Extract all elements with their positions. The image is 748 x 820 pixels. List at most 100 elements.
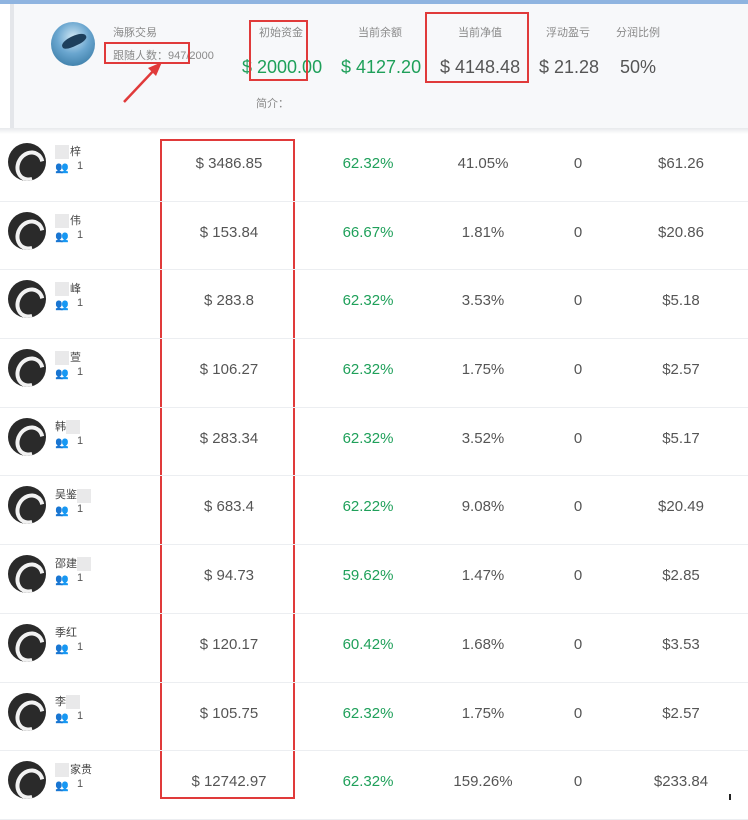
profit-value: $5.17	[662, 429, 700, 447]
list-item[interactable]: 梓 👥 1 $ 3486.85 62.32% 41.05% 0 $61.26	[0, 133, 748, 202]
equity-value: $ 105.75	[199, 704, 259, 722]
profit-value: $5.18	[662, 292, 700, 310]
followers-value: 947/2000	[168, 50, 214, 62]
follower-count: 1	[77, 503, 84, 516]
cursor-mark	[729, 794, 731, 800]
zero-value: 0	[573, 635, 583, 653]
equity-value: $ 120.17	[199, 635, 259, 653]
return-value: 1.47%	[461, 567, 505, 585]
equity-value: $ 283.34	[199, 429, 259, 447]
people-icon: 👥	[55, 299, 69, 312]
people-icon: 👥	[55, 780, 69, 793]
profit-value: $20.49	[658, 498, 704, 516]
zero-value: 0	[573, 361, 583, 379]
trader-avatar[interactable]	[51, 22, 95, 66]
list-item[interactable]: 峰 👥 1 $ 283.8 62.32% 3.53% 0 $5.18	[0, 270, 748, 340]
follower-list: 梓 👥 1 $ 3486.85 62.32% 41.05% 0 $61.26 伟…	[0, 133, 748, 820]
ratio-value: 62.32%	[342, 773, 394, 791]
follower-name: 家贵	[55, 761, 92, 778]
return-value: 1.75%	[461, 361, 505, 379]
equity-value: $ 3486.85	[195, 155, 263, 172]
user-avatar-icon	[8, 761, 46, 800]
follower-name: 梓	[55, 143, 81, 160]
user-avatar-icon	[8, 555, 46, 594]
zero-value: 0	[573, 773, 583, 791]
follower-name: 李	[55, 693, 81, 709]
people-icon: 👥	[55, 230, 69, 243]
follower-count: 1	[77, 228, 84, 241]
follower-name: 吴鉴	[55, 486, 92, 503]
user-avatar-icon	[8, 143, 46, 181]
profit-share-value: 50%	[620, 57, 657, 77]
list-item[interactable]: 季红 👥 1 $ 120.17 60.42% 1.68% 0 $3.53	[0, 614, 748, 683]
list-item[interactable]: 邵建 👥 1 $ 94.73 59.62% 1.47% 0 $2.85	[0, 545, 748, 614]
ratio-value: 62.32%	[342, 429, 394, 447]
user-avatar-icon	[8, 417, 46, 456]
people-icon: 👥	[55, 436, 69, 449]
initial-capital-value: $ 2000.00	[242, 57, 323, 77]
follower-count: 1	[77, 640, 84, 653]
ratio-value: 66.67%	[342, 223, 394, 241]
current-equity-label: 当前净值	[458, 27, 502, 39]
user-avatar-icon	[8, 692, 46, 731]
zero-value: 0	[573, 223, 583, 241]
return-value: 1.75%	[461, 704, 505, 722]
zero-value: 0	[573, 498, 583, 516]
ratio-value: 62.32%	[342, 155, 394, 172]
equity-value: $ 12742.97	[191, 773, 267, 791]
zero-value: 0	[573, 704, 583, 722]
list-item[interactable]: 伟 👥 1 $ 153.84 66.67% 1.81% 0 $20.86	[0, 202, 748, 271]
return-value: 159.26%	[453, 773, 513, 791]
equity-value: $ 94.73	[203, 567, 255, 585]
equity-value: $ 683.4	[203, 498, 255, 516]
equity-value: $ 106.27	[199, 361, 259, 379]
profit-value: $233.84	[653, 773, 709, 791]
ratio-value: 62.32%	[342, 292, 394, 310]
people-icon: 👥	[55, 642, 69, 655]
list-item[interactable]: 韩 👥 1 $ 283.34 62.32% 3.52% 0 $5.17	[0, 408, 748, 477]
profit-value: $2.57	[662, 704, 700, 722]
list-item[interactable]: 萱 👥 1 $ 106.27 62.32% 1.75% 0 $2.57	[0, 339, 748, 408]
follower-count: 1	[77, 366, 84, 379]
ratio-value: 60.42%	[342, 635, 394, 653]
follower-name: 韩	[55, 418, 81, 434]
follower-count: 1	[77, 778, 84, 791]
trader-name: 海豚交易	[113, 27, 157, 39]
zero-value: 0	[573, 567, 583, 585]
follower-count: 1	[77, 160, 84, 172]
return-value: 1.68%	[461, 635, 505, 653]
current-balance-label: 当前余额	[358, 27, 402, 39]
people-icon: 👥	[55, 574, 69, 587]
people-icon: 👥	[55, 711, 69, 724]
follower-count: 1	[77, 297, 84, 310]
profit-value: $20.86	[658, 223, 704, 241]
equity-value: $ 153.84	[199, 223, 259, 241]
current-balance-value: $ 4127.20	[341, 57, 422, 77]
people-icon: 👥	[55, 162, 69, 174]
initial-capital-label: 初始资金	[259, 27, 303, 39]
annotation-arrow-icon	[123, 62, 162, 103]
list-item[interactable]: 李 👥 1 $ 105.75 62.32% 1.75% 0 $2.57	[0, 683, 748, 752]
user-avatar-icon	[8, 349, 46, 388]
user-avatar-icon	[8, 486, 46, 525]
floating-pl-label: 浮动盈亏	[546, 27, 590, 39]
equity-value: $ 283.8	[203, 292, 255, 310]
profit-value: $61.26	[658, 155, 704, 172]
return-value: 41.05%	[457, 155, 509, 172]
profit-value: $2.85	[662, 567, 700, 585]
follower-count: 1	[77, 572, 84, 585]
follower-count: 1	[77, 434, 84, 447]
profit-share-label: 分润比例	[616, 27, 660, 39]
ratio-value: 62.32%	[342, 704, 394, 722]
user-avatar-icon	[8, 623, 46, 662]
follower-name: 邵建	[55, 555, 92, 572]
return-value: 9.08%	[461, 498, 505, 516]
list-item[interactable]: 家贵 👥 1 $ 12742.97 62.32% 159.26% 0 $233.…	[0, 751, 748, 820]
ratio-value: 62.32%	[342, 361, 394, 379]
list-item[interactable]: 吴鉴 👥 1 $ 683.4 62.22% 9.08% 0 $20.49	[0, 476, 748, 546]
intro-label: 简介：	[256, 98, 289, 110]
return-value: 3.52%	[461, 429, 505, 447]
user-avatar-icon	[8, 211, 46, 250]
follower-count: 1	[77, 709, 84, 722]
people-icon: 👥	[55, 368, 69, 381]
